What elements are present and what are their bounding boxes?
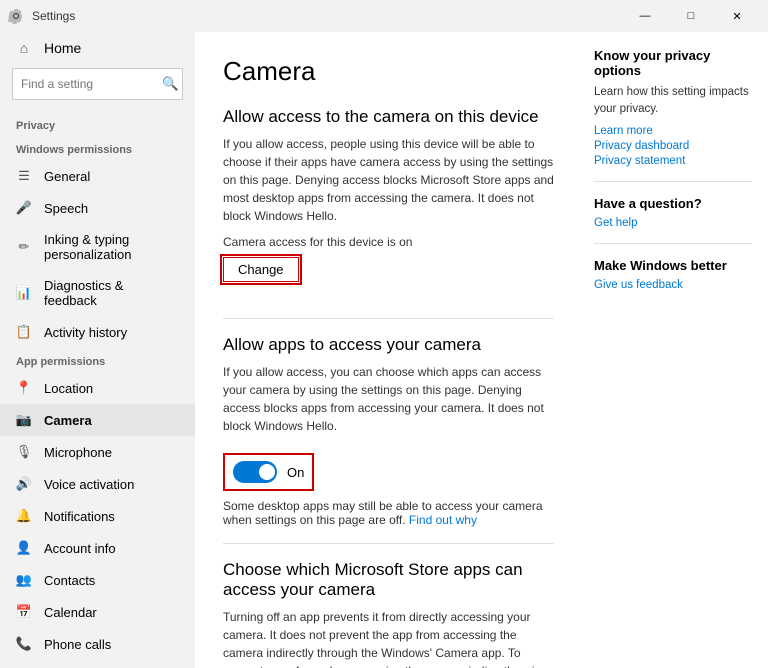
- question-title: Have a question?: [594, 196, 752, 211]
- desktop-note: Some desktop apps may still be able to a…: [223, 499, 554, 527]
- main-camera-toggle[interactable]: [233, 461, 277, 483]
- maximize-button[interactable]: □: [668, 0, 714, 32]
- sidebar-item-contacts[interactable]: 👥 Contacts: [0, 564, 195, 596]
- privacy-dashboard-link[interactable]: Privacy dashboard: [594, 140, 752, 152]
- calendar-icon: 📅: [16, 604, 32, 620]
- titlebar: Settings — □ ✕: [0, 0, 768, 32]
- sidebar-item-account[interactable]: 👤 Account info: [0, 532, 195, 564]
- sidebar-item-microphone[interactable]: 🎙 Microphone: [0, 436, 195, 468]
- phone-icon: 📞: [16, 636, 32, 652]
- windows-permissions-label: Windows permissions: [0, 136, 195, 160]
- right-divider1: [594, 181, 752, 182]
- sidebar-item-phone[interactable]: 📞 Phone calls: [0, 628, 195, 660]
- sidebar-item-call-history[interactable]: 📜 Call history: [0, 660, 195, 668]
- sidebar-item-activity[interactable]: 📋 Activity history: [0, 316, 195, 348]
- know-text: Learn how this setting impacts your priv…: [594, 84, 752, 119]
- voice-icon: 🔊: [16, 476, 32, 492]
- main-toggle-label: On: [287, 465, 304, 480]
- section2-desc: If you allow access, you can choose whic…: [223, 363, 554, 435]
- change-button[interactable]: Change: [223, 257, 299, 282]
- contacts-icon: 👥: [16, 572, 32, 588]
- home-icon: ⌂: [16, 40, 32, 56]
- privacy-label: Privacy: [0, 112, 195, 136]
- divider2: [223, 543, 554, 544]
- titlebar-title: Settings: [32, 9, 75, 23]
- sidebar-item-home[interactable]: ⌂ Home: [0, 32, 195, 64]
- main-toggle-row: On: [223, 453, 314, 491]
- find-out-why-link[interactable]: Find out why: [409, 513, 477, 527]
- right-divider2: [594, 243, 752, 244]
- sidebar-item-voice[interactable]: 🔊 Voice activation: [0, 468, 195, 500]
- activity-icon: 📋: [16, 324, 32, 340]
- main-content: Camera Allow access to the camera on thi…: [195, 32, 578, 668]
- privacy-statement-link[interactable]: Privacy statement: [594, 155, 752, 167]
- section3-desc: Turning off an app prevents it from dire…: [223, 608, 554, 668]
- section1-title: Allow access to the camera on this devic…: [223, 107, 554, 127]
- content-area: Camera Allow access to the camera on thi…: [195, 32, 768, 668]
- app-permissions-label: App permissions: [0, 348, 195, 372]
- sidebar-item-calendar[interactable]: 📅 Calendar: [0, 596, 195, 628]
- section3-title: Choose which Microsoft Store apps can ac…: [223, 560, 554, 600]
- right-panel: Know your privacy options Learn how this…: [578, 32, 768, 668]
- search-box: 🔍: [12, 68, 183, 100]
- page-title: Camera: [223, 56, 554, 87]
- windows-better-title: Make Windows better: [594, 258, 752, 273]
- sidebar-item-camera[interactable]: 📷 Camera: [0, 404, 195, 436]
- section2-title: Allow apps to access your camera: [223, 335, 554, 355]
- sidebar-item-general[interactable]: ☰ General: [0, 160, 195, 192]
- close-button[interactable]: ✕: [714, 0, 760, 32]
- section1-desc: If you allow access, people using this d…: [223, 135, 554, 225]
- general-icon: ☰: [16, 168, 32, 184]
- sidebar-item-diagnostics[interactable]: 📊 Diagnostics & feedback: [0, 270, 195, 316]
- know-title: Know your privacy options: [594, 48, 752, 78]
- divider1: [223, 318, 554, 319]
- app-container: ⌂ Home 🔍 Privacy Windows permissions ☰ G…: [0, 32, 768, 668]
- notifications-icon: 🔔: [16, 508, 32, 524]
- sidebar: ⌂ Home 🔍 Privacy Windows permissions ☰ G…: [0, 32, 195, 668]
- sidebar-item-location[interactable]: 📍 Location: [0, 372, 195, 404]
- give-feedback-link[interactable]: Give us feedback: [594, 279, 752, 291]
- settings-icon: [8, 8, 24, 24]
- location-icon: 📍: [16, 380, 32, 396]
- sidebar-item-notifications[interactable]: 🔔 Notifications: [0, 500, 195, 532]
- sidebar-item-speech[interactable]: 🎤 Speech: [0, 192, 195, 224]
- titlebar-left: Settings: [8, 8, 75, 24]
- camera-icon: 📷: [16, 412, 32, 428]
- diagnostics-icon: 📊: [16, 285, 32, 301]
- inking-icon: ✏: [16, 239, 32, 255]
- search-icon-button[interactable]: 🔍: [162, 76, 179, 92]
- minimize-button[interactable]: —: [622, 0, 668, 32]
- account-icon: 👤: [16, 540, 32, 556]
- speech-icon: 🎤: [16, 200, 32, 216]
- get-help-link[interactable]: Get help: [594, 217, 752, 229]
- microphone-icon: 🎙: [16, 444, 32, 460]
- search-input[interactable]: [12, 68, 183, 100]
- camera-status: Camera access for this device is on: [223, 235, 554, 249]
- sidebar-item-inking[interactable]: ✏ Inking & typing personalization: [0, 224, 195, 270]
- learn-more-link[interactable]: Learn more: [594, 125, 752, 137]
- titlebar-controls: — □ ✕: [622, 0, 760, 32]
